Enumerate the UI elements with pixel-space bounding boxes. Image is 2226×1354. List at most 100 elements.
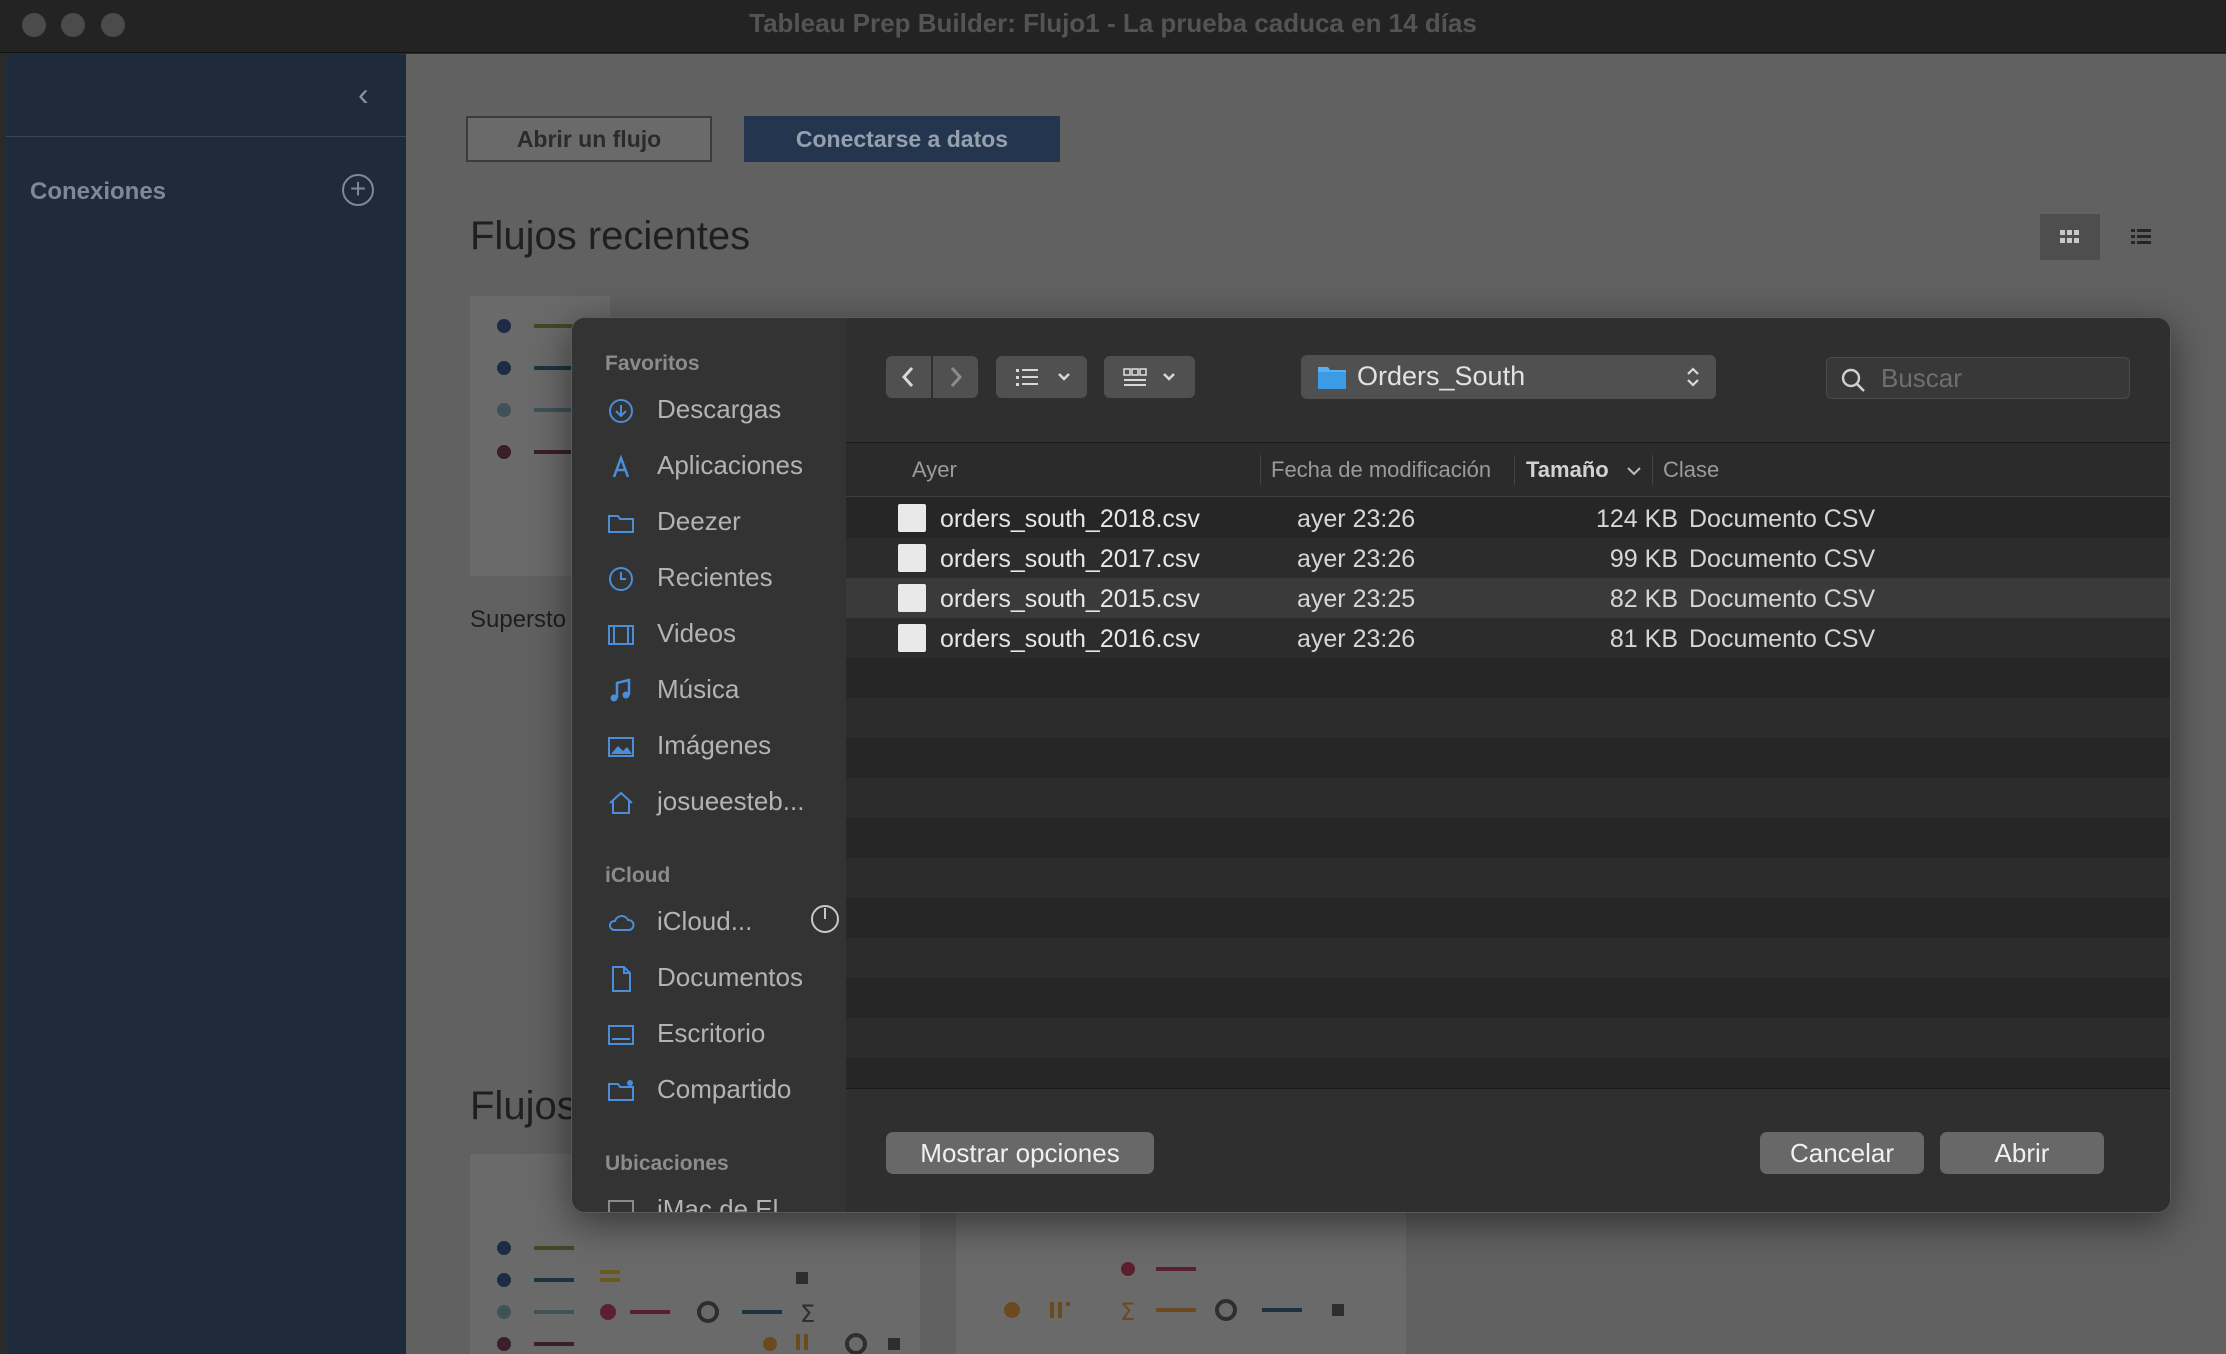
sidebar-item-label: Imágenes xyxy=(657,730,772,760)
music-icon xyxy=(610,678,631,702)
column-separator[interactable] xyxy=(1260,455,1261,485)
show-options-button[interactable]: Mostrar opciones xyxy=(886,1132,1154,1174)
column-header-kind[interactable]: Clase xyxy=(1663,457,1719,483)
sidebar-item-downloads[interactable]: Descargas xyxy=(606,390,842,430)
csv-file-icon xyxy=(898,544,926,572)
cancel-button[interactable]: Cancelar xyxy=(1760,1132,1924,1174)
sync-progress-icon xyxy=(811,905,839,933)
column-header-size[interactable]: Tamaño xyxy=(1526,457,1609,483)
dialog-sidebar: Favoritos Descargas Aplicaciones Deezer … xyxy=(572,318,846,1212)
shared-folder-icon xyxy=(608,1080,634,1101)
svg-text:Σ: Σ xyxy=(800,1300,815,1328)
column-separator[interactable] xyxy=(1514,455,1515,485)
sidebar-item-images[interactable]: Imágenes xyxy=(606,726,842,766)
connect-data-button[interactable]: Conectarse a datos xyxy=(744,116,1060,162)
add-connection-icon[interactable]: + xyxy=(342,174,374,206)
sidebar-item-recents[interactable]: Recientes xyxy=(606,558,842,598)
file-list: orders_south_2018.csv ayer 23:26 124 KB … xyxy=(846,498,2170,1088)
recent-flows-heading: Flujos recientes xyxy=(470,214,751,258)
sidebar-item-videos[interactable]: Videos xyxy=(606,614,842,654)
clock-icon xyxy=(609,567,633,591)
empty-row xyxy=(846,898,2170,938)
sidebar-item-label: Aplicaciones xyxy=(657,450,803,480)
file-modified: ayer 23:25 xyxy=(1297,585,1416,613)
sort-descending-icon xyxy=(1627,467,1641,476)
file-modified: ayer 23:26 xyxy=(1297,545,1416,573)
group-by-button[interactable] xyxy=(1104,356,1195,398)
sidebar-item-imac[interactable]: iMac de El... xyxy=(606,1190,842,1212)
chevron-right-icon xyxy=(950,367,963,387)
table-row[interactable]: orders_south_2017.csv ayer 23:26 99 KB D… xyxy=(846,538,2170,578)
open-file-dialog: Favoritos Descargas Aplicaciones Deezer … xyxy=(571,317,2171,1213)
sidebar-item-music[interactable]: Música xyxy=(606,670,842,710)
file-kind: Documento CSV xyxy=(1689,585,1876,613)
group-icon xyxy=(1123,368,1175,386)
chevron-left-icon xyxy=(901,367,914,387)
file-name: orders_south_2018.csv xyxy=(940,505,1200,533)
photo-icon xyxy=(608,737,634,757)
file-name: orders_south_2016.csv xyxy=(940,625,1200,653)
download-icon xyxy=(609,399,633,423)
grid-view-icon[interactable] xyxy=(2040,214,2100,260)
list-icon xyxy=(1016,369,1070,386)
file-size: 82 KB xyxy=(1609,585,1678,613)
desktop-icon xyxy=(608,1025,634,1045)
table-row[interactable]: orders_south_2015.csv ayer 23:25 82 KB D… xyxy=(846,578,2170,618)
search-placeholder: Buscar xyxy=(1881,363,1962,393)
current-folder-name: Orders_South xyxy=(1357,361,1526,391)
back-button[interactable] xyxy=(886,356,931,398)
column-separator[interactable] xyxy=(1652,455,1653,485)
search-input[interactable]: Buscar xyxy=(1826,357,2130,399)
column-header-name[interactable]: Ayer xyxy=(912,457,957,483)
location-popup[interactable]: Orders_South xyxy=(1301,355,1716,399)
dialog-main: Orders_South Buscar Ayer Fecha de modifi… xyxy=(846,318,2170,1212)
column-header-modified[interactable]: Fecha de modificación xyxy=(1271,457,1491,483)
empty-row xyxy=(846,1018,2170,1058)
window-titlebar: Tableau Prep Builder: Flujo1 - La prueba… xyxy=(0,0,2226,53)
icloud-section-label: iCloud xyxy=(605,864,671,887)
home-icon xyxy=(609,791,633,814)
file-list-header: Ayer Fecha de modificación Tamaño Clase xyxy=(846,443,2170,497)
applications-icon xyxy=(612,454,630,478)
collapse-panel-icon[interactable]: ‹ xyxy=(358,76,369,113)
flows-heading: Flujos xyxy=(470,1084,577,1128)
sidebar-item-label: Recientes xyxy=(657,562,773,592)
search-icon xyxy=(1841,368,1865,392)
sidebar-item-deezer[interactable]: Deezer xyxy=(606,502,842,542)
file-kind: Documento CSV xyxy=(1689,545,1876,573)
sidebar-item-documents[interactable]: Documentos xyxy=(606,958,842,998)
table-row[interactable]: orders_south_2018.csv ayer 23:26 124 KB … xyxy=(846,498,2170,538)
sidebar-item-home[interactable]: josueesteb... xyxy=(606,782,842,822)
sidebar-item-label: Escritorio xyxy=(657,1018,766,1048)
sidebar-item-desktop[interactable]: Escritorio xyxy=(606,1014,842,1054)
sidebar-item-label: Deezer xyxy=(657,506,741,536)
empty-row xyxy=(846,858,2170,898)
file-kind: Documento CSV xyxy=(1689,625,1876,653)
sidebar-item-label: iCloud... xyxy=(657,906,753,936)
window-title: Tableau Prep Builder: Flujo1 - La prueba… xyxy=(749,8,1477,38)
sidebar-item-icloud-drive[interactable]: iCloud... xyxy=(606,902,842,942)
empty-row xyxy=(846,778,2170,818)
open-button[interactable]: Abrir xyxy=(1940,1132,2104,1174)
list-view-icon[interactable] xyxy=(2116,214,2166,260)
forward-button[interactable] xyxy=(933,356,978,398)
recent-flow-name: Supersto xyxy=(470,606,567,633)
file-size: 124 KB xyxy=(1595,505,1678,533)
open-flow-button[interactable]: Abrir un flujo xyxy=(466,116,712,162)
sidebar-item-label: Compartido xyxy=(657,1074,792,1104)
view-mode-button[interactable] xyxy=(996,356,1087,398)
sidebar-item-shared[interactable]: Compartido xyxy=(606,1070,842,1110)
table-row[interactable]: orders_south_2016.csv ayer 23:26 81 KB D… xyxy=(846,618,2170,658)
file-modified: ayer 23:26 xyxy=(1297,505,1416,533)
sidebar-item-applications[interactable]: Aplicaciones xyxy=(606,446,842,486)
panel-divider xyxy=(6,136,406,137)
dialog-toolbar: Orders_South Buscar xyxy=(846,318,2170,443)
dialog-footer: Mostrar opciones Cancelar Abrir xyxy=(846,1088,2170,1212)
csv-file-icon xyxy=(898,504,926,532)
film-icon xyxy=(608,625,634,645)
file-size: 99 KB xyxy=(1609,545,1678,573)
sidebar-item-label: josueesteb... xyxy=(657,786,805,816)
empty-row xyxy=(846,738,2170,778)
folder-icon xyxy=(1318,367,1346,389)
empty-row xyxy=(846,938,2170,978)
